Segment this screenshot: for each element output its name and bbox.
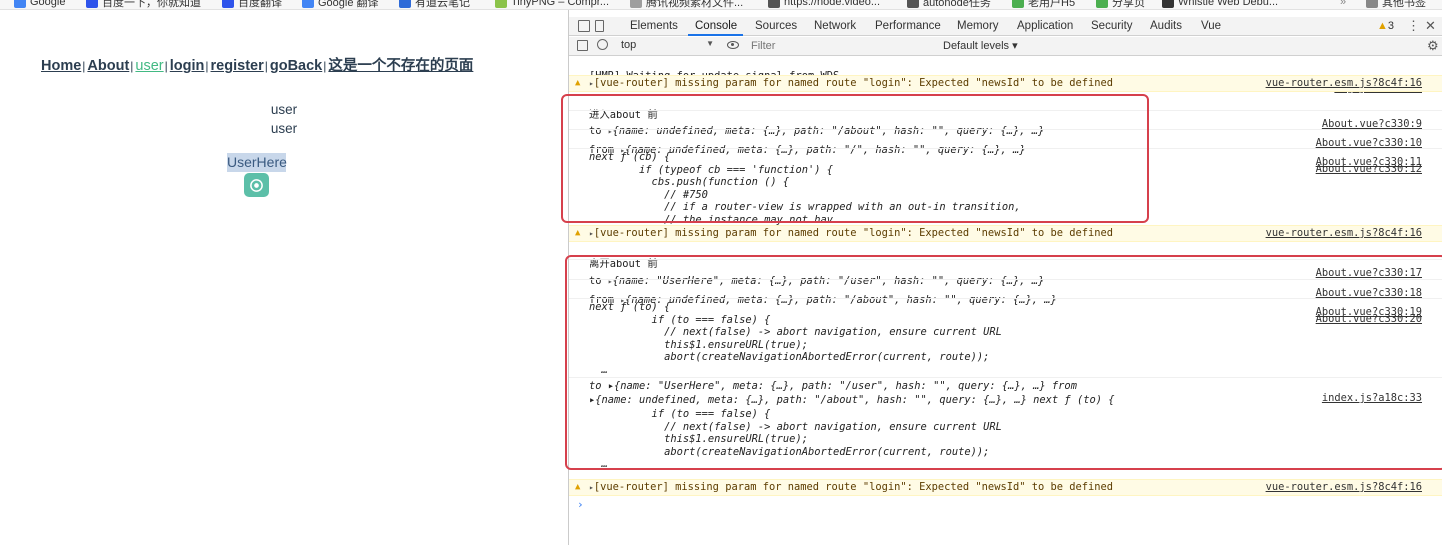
chevron-down-icon: ▼ xyxy=(706,39,714,48)
globe-icon xyxy=(768,0,780,8)
sidebar-toggle-icon[interactable] xyxy=(577,40,588,51)
source-link[interactable]: index.js?a18c:33 xyxy=(1322,392,1422,404)
bookmark-google[interactable]: Google xyxy=(14,0,65,9)
tab-application[interactable]: Application xyxy=(1017,20,1073,32)
console-message: from ▸{name: undefined, meta: {…}, path:… xyxy=(589,144,1422,168)
tab-sources[interactable]: Sources xyxy=(755,20,797,32)
google-translate-icon xyxy=(302,0,314,8)
console-message: About.vue?c330:20 next ƒ (to) { if (to =… xyxy=(589,301,1422,376)
bookmark-old-user-h5[interactable]: 老用户H5 xyxy=(1012,0,1075,9)
devtools-tab-bar: Elements Console Sources Network Perform… xyxy=(569,17,1442,36)
warning-icon: ▲ xyxy=(575,482,581,492)
inspect-icon[interactable] xyxy=(578,20,590,32)
bookmark-share-page[interactable]: 分享页 xyxy=(1096,0,1145,9)
bookmark-baidu-translate[interactable]: 百度翻译 xyxy=(222,0,282,9)
tencent-video-icon xyxy=(630,0,642,8)
baidu-icon xyxy=(86,0,98,8)
bookmark-tencent-video[interactable]: 腾讯视频素材文件... xyxy=(630,0,743,9)
tab-security[interactable]: Security xyxy=(1091,20,1133,32)
console-message: 进入about 前 About.vue?c330:9 xyxy=(589,109,1422,130)
bookmark-more[interactable]: » xyxy=(1340,0,1346,9)
tab-audits[interactable]: Audits xyxy=(1150,20,1182,32)
google-icon xyxy=(14,0,26,8)
router-nav: Home| About| user| login| register| goBack| 这是… xyxy=(41,58,474,74)
nav-link-user[interactable]: user xyxy=(135,58,163,74)
share-icon xyxy=(1096,0,1108,8)
bookmark-autonode[interactable]: autonode任务 xyxy=(907,0,991,9)
console-message: from ▸{name: undefined, meta: {…}, path:… xyxy=(589,294,1422,318)
source-link[interactable]: About.vue?c330:20 xyxy=(1316,313,1422,325)
tab-memory[interactable]: Memory xyxy=(957,20,999,32)
app-viewport: Home| About| user| login| register| goBack| 这是… xyxy=(0,10,568,545)
gear-icon[interactable]: ⚙ xyxy=(1427,38,1439,54)
folder-icon xyxy=(1366,0,1378,8)
clear-console-icon[interactable] xyxy=(597,39,608,50)
console-message: 离开about 前 About.vue?c330:17 xyxy=(589,258,1422,279)
console-message: About.vue?c330:12 next ƒ (cb) { if (type… xyxy=(589,151,1422,226)
brain-icon xyxy=(250,178,263,192)
tinypng-icon xyxy=(495,0,507,8)
nav-link-home[interactable]: Home xyxy=(41,58,81,74)
globe-icon xyxy=(907,0,919,8)
nav-link-register[interactable]: register xyxy=(211,58,264,74)
source-link[interactable]: About.vue?c330:12 xyxy=(1316,163,1422,175)
bookmark-tinypng[interactable]: TinyPNG – Compr... xyxy=(495,0,609,9)
bookmark-baidu[interactable]: 百度一下，你就知道 xyxy=(86,0,201,9)
console-output: [HMR] Waiting for update signal from WDS… xyxy=(569,57,1442,545)
source-link[interactable]: vue-router.esm.js?8c4f:16 xyxy=(1266,481,1422,493)
baidu-translate-icon xyxy=(222,0,234,8)
warning-icon: ▲ xyxy=(575,78,581,88)
console-toolbar: top ▼ Default levels ▾ ⚙ xyxy=(569,37,1442,56)
nav-link-not-found[interactable]: 这是一个不存在的页面 xyxy=(328,58,473,74)
active-tab-indicator xyxy=(688,34,743,36)
console-message: [HMR] Waiting for update signal from WDS… xyxy=(569,58,1442,94)
device-toolbar-icon[interactable] xyxy=(595,20,604,32)
devtools-panel: Elements Console Sources Network Perform… xyxy=(561,10,1442,545)
nav-link-goback[interactable]: goBack xyxy=(270,58,322,74)
whistle-icon xyxy=(1162,0,1174,8)
tab-elements[interactable]: Elements xyxy=(630,20,678,32)
bookmark-other-folder[interactable]: 其他书签 xyxy=(1366,0,1426,9)
context-select[interactable]: top ▼ xyxy=(621,39,716,53)
console-warning: ▲ ▸[vue-router] missing param for named … xyxy=(569,225,1442,242)
warning-icon: ▲ xyxy=(575,228,581,238)
userhere-text: UserHere xyxy=(227,153,287,172)
close-icon[interactable]: ✕ xyxy=(1425,18,1436,34)
bookmarks-bar: Google 百度一下，你就知道 百度翻译 Google 翻译 有道云笔记 Ti… xyxy=(0,0,1442,10)
console-warning: ▲ ▸[vue-router] missing param for named … xyxy=(569,479,1442,496)
tab-performance[interactable]: Performance xyxy=(875,20,941,32)
bookmark-node-video[interactable]: https://node.video... xyxy=(768,0,880,9)
tab-network[interactable]: Network xyxy=(814,20,856,32)
tab-console[interactable]: Console xyxy=(695,20,737,32)
filter-input[interactable] xyxy=(751,38,931,54)
eye-icon[interactable] xyxy=(727,41,739,49)
console-prompt[interactable]: › xyxy=(577,498,584,511)
console-warning: ▲ ▸[vue-router] missing param for named … xyxy=(569,75,1442,92)
user-text-1: user xyxy=(270,102,298,117)
more-options-icon[interactable]: ⋮ xyxy=(1407,18,1420,34)
warning-counter[interactable]: ▲3 xyxy=(1377,20,1394,32)
bookmark-youdao[interactable]: 有道云笔记 xyxy=(399,0,470,9)
console-message: to ▸{name: undefined, meta: {…}, path: "… xyxy=(589,125,1422,149)
console-message: index.js?a18c:33 to ▸{name: "UserHere", … xyxy=(589,380,1422,470)
youdao-icon xyxy=(399,0,411,8)
bookmark-google-translate[interactable]: Google 翻译 xyxy=(302,0,379,9)
bookmark-whistle[interactable]: Whistle Web Debu... xyxy=(1162,0,1278,9)
levels-dropdown[interactable]: Default levels ▾ xyxy=(943,39,1018,52)
user-text-2: user xyxy=(270,121,298,136)
source-link[interactable]: vue-router.esm.js?8c4f:16 xyxy=(1266,227,1422,239)
source-link[interactable]: vue-router.esm.js?8c4f:16 xyxy=(1266,77,1422,89)
tab-vue[interactable]: Vue xyxy=(1201,20,1221,32)
nav-link-about[interactable]: About xyxy=(87,58,129,74)
warning-icon: ▲ xyxy=(1377,20,1388,32)
h5-icon xyxy=(1012,0,1024,8)
extension-button[interactable] xyxy=(244,173,269,197)
console-message: to ▸{name: "UserHere", meta: {…}, path: … xyxy=(589,275,1422,299)
nav-link-login[interactable]: login xyxy=(170,58,205,74)
